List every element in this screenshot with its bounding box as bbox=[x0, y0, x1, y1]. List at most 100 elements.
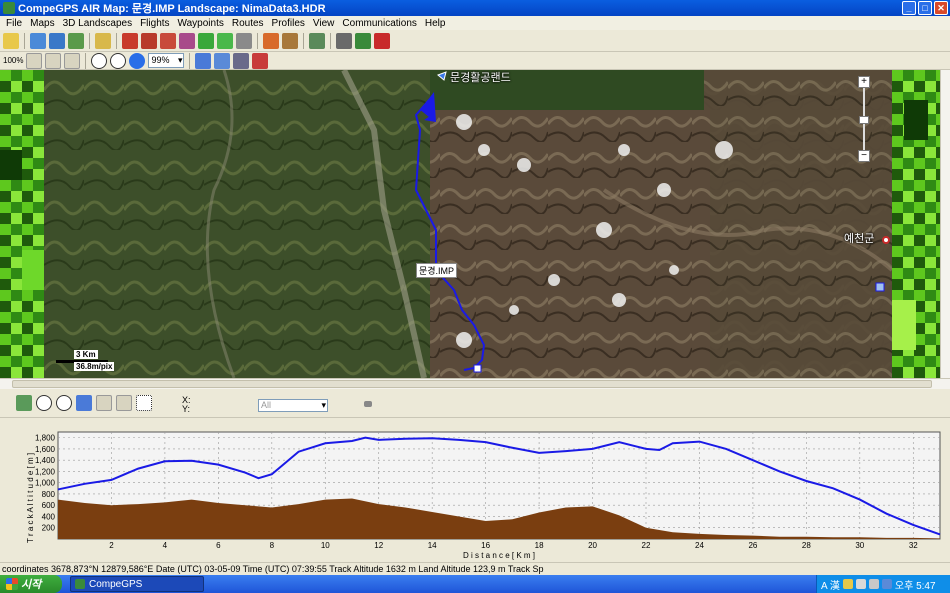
tray-icon-1[interactable] bbox=[842, 579, 853, 589]
map-zoom-slider[interactable] bbox=[859, 116, 869, 124]
map-zoom-control: + − bbox=[858, 76, 870, 162]
menu-view[interactable]: View bbox=[309, 18, 339, 29]
tray-network-icon[interactable] bbox=[881, 579, 892, 589]
map-area[interactable]: 문경활공랜드 예천군 문경.IMP 3 Km 36.8m/pix + − bbox=[0, 70, 950, 378]
tray-help-icon[interactable] bbox=[868, 579, 879, 589]
device-icon[interactable] bbox=[336, 32, 352, 49]
profile-zoom-in-icon[interactable] bbox=[36, 395, 52, 411]
menu-flights[interactable]: Flights bbox=[136, 18, 173, 29]
waypoint-marker-icon[interactable] bbox=[875, 282, 885, 292]
menu-file[interactable]: File bbox=[2, 18, 26, 29]
map-vertical-scrollbar[interactable] bbox=[940, 70, 950, 378]
analysis-icon[interactable] bbox=[263, 32, 279, 49]
track-end-marker[interactable] bbox=[473, 364, 482, 373]
flight-open-icon[interactable] bbox=[122, 32, 138, 49]
system-tray: A 漢 오후 5:47 bbox=[816, 575, 950, 593]
town-marker-icon bbox=[882, 236, 890, 244]
track-name-label[interactable]: 문경.IMP bbox=[416, 263, 458, 278]
x-tick-label: 14 bbox=[428, 541, 437, 550]
clock: 오후 5:47 bbox=[894, 580, 936, 592]
menu-3d-landscapes[interactable]: 3D Landscapes bbox=[59, 18, 137, 29]
y-label: Y: bbox=[182, 404, 191, 414]
profile-filter-value: All bbox=[261, 400, 272, 410]
measure-icon[interactable] bbox=[45, 52, 62, 69]
map-horizontal-scrollbar[interactable] bbox=[0, 378, 950, 389]
map-zoom-out-button[interactable]: − bbox=[858, 150, 870, 162]
layers-icon[interactable] bbox=[233, 52, 250, 69]
satellite-map[interactable]: 문경활공랜드 예천군 문경.IMP 3 Km 36.8m/pix + − bbox=[44, 70, 892, 378]
play-icon[interactable] bbox=[217, 32, 233, 49]
profile-fit-icon[interactable] bbox=[76, 395, 92, 411]
y-axis-label: T r a c k A l t i t u d e [ m ] bbox=[26, 453, 35, 543]
window-icon[interactable] bbox=[214, 52, 231, 69]
x-tick-label: 10 bbox=[321, 541, 330, 550]
line-tool-icon[interactable] bbox=[252, 52, 269, 69]
grab-hand-icon[interactable] bbox=[362, 398, 374, 410]
town-place-label: 예천군 bbox=[844, 233, 875, 245]
menu-communications[interactable]: Communications bbox=[338, 18, 420, 29]
map-scale-bar: 3 Km 36.8m/pix bbox=[56, 350, 115, 372]
magnet-icon[interactable] bbox=[374, 32, 390, 49]
hand-pan-icon[interactable] bbox=[26, 52, 43, 69]
zoom-in-icon[interactable] bbox=[91, 52, 108, 69]
tray-icon-2[interactable] bbox=[855, 579, 866, 589]
scale-resolution: 36.8m/pix bbox=[74, 362, 115, 371]
gps-icon[interactable] bbox=[309, 32, 325, 49]
waypoint-icon[interactable] bbox=[95, 32, 111, 49]
maximize-button[interactable]: □ bbox=[918, 1, 932, 15]
minimize-button[interactable]: _ bbox=[902, 1, 916, 15]
pause-icon[interactable] bbox=[236, 32, 252, 49]
taskbar-compegps[interactable]: CompeGPS bbox=[70, 576, 204, 592]
flight-edit-icon[interactable] bbox=[160, 32, 176, 49]
open-map-icon[interactable] bbox=[30, 32, 46, 49]
windows-taskbar: 시작 CompeGPS A 漢 오후 5:47 bbox=[0, 575, 950, 593]
start-button[interactable]: 시작 bbox=[0, 575, 62, 593]
y-tick-label: 1,200 bbox=[35, 467, 56, 476]
zoom-100-button[interactable]: 100% bbox=[3, 56, 23, 65]
zoom-level-value: 99% bbox=[151, 55, 170, 65]
scale-distance: 3 Km bbox=[74, 350, 98, 359]
menu-maps[interactable]: Maps bbox=[26, 18, 58, 29]
profile-select-icon[interactable] bbox=[136, 395, 152, 411]
menu-help[interactable]: Help bbox=[421, 18, 450, 29]
app-icon bbox=[3, 2, 15, 14]
profile-zoom-out-icon[interactable] bbox=[56, 395, 72, 411]
x-tick-label: 16 bbox=[481, 541, 490, 550]
menu-waypoints[interactable]: Waypoints bbox=[174, 18, 228, 29]
stop-icon[interactable] bbox=[198, 32, 214, 49]
compegps-task-icon bbox=[75, 579, 85, 589]
profile-hand-icon[interactable] bbox=[96, 395, 112, 411]
profile-icon[interactable] bbox=[179, 32, 195, 49]
flight-options-icon[interactable] bbox=[141, 32, 157, 49]
y-tick-label: 1,800 bbox=[35, 434, 56, 443]
menu-bar: File Maps 3D Landscapes Flights Waypoint… bbox=[0, 16, 950, 30]
x-tick-label: 30 bbox=[855, 541, 864, 550]
fit-icon[interactable] bbox=[195, 52, 212, 69]
y-tick-label: 200 bbox=[42, 524, 56, 533]
close-button[interactable]: ✕ bbox=[934, 1, 948, 15]
window-title-bar: CompeGPS AIR Map: 문경.IMP Landscape: Nima… bbox=[0, 0, 950, 16]
profile-gps-icon[interactable] bbox=[16, 395, 32, 411]
select-arrow-icon[interactable] bbox=[64, 52, 81, 69]
zoom-out-icon[interactable] bbox=[110, 52, 127, 69]
tools-icon[interactable] bbox=[282, 32, 298, 49]
export-icon[interactable] bbox=[355, 32, 371, 49]
menu-profiles[interactable]: Profiles bbox=[268, 18, 309, 29]
y-tick-label: 600 bbox=[42, 501, 56, 510]
status-bar: coordinates 3678,873°N 12879,586°E Date … bbox=[0, 562, 950, 575]
task-label: CompeGPS bbox=[89, 578, 143, 590]
menu-routes[interactable]: Routes bbox=[228, 18, 268, 29]
altitude-profile-chart[interactable]: 2004006008001,0001,2001,4001,6001,8002 4 6… bbox=[0, 418, 950, 563]
profile-filter-select[interactable]: All bbox=[258, 399, 328, 412]
y-tick-label: 800 bbox=[42, 490, 56, 499]
new-icon[interactable] bbox=[3, 32, 19, 49]
ime-indicator[interactable]: A 漢 bbox=[821, 577, 840, 592]
landscape-icon[interactable] bbox=[68, 32, 84, 49]
map-options-icon[interactable] bbox=[49, 32, 65, 49]
x-tick-label: 22 bbox=[642, 541, 651, 550]
refresh-icon[interactable] bbox=[129, 52, 146, 69]
profile-measure-icon[interactable] bbox=[116, 395, 132, 411]
altitude-profile-panel[interactable]: 200 400 600 800 1,000 1,200 1,400 1,600 1,800 2 4 6… bbox=[0, 417, 950, 562]
zoom-level-select[interactable]: 99% bbox=[148, 53, 185, 68]
map-zoom-in-button[interactable]: + bbox=[858, 76, 870, 88]
